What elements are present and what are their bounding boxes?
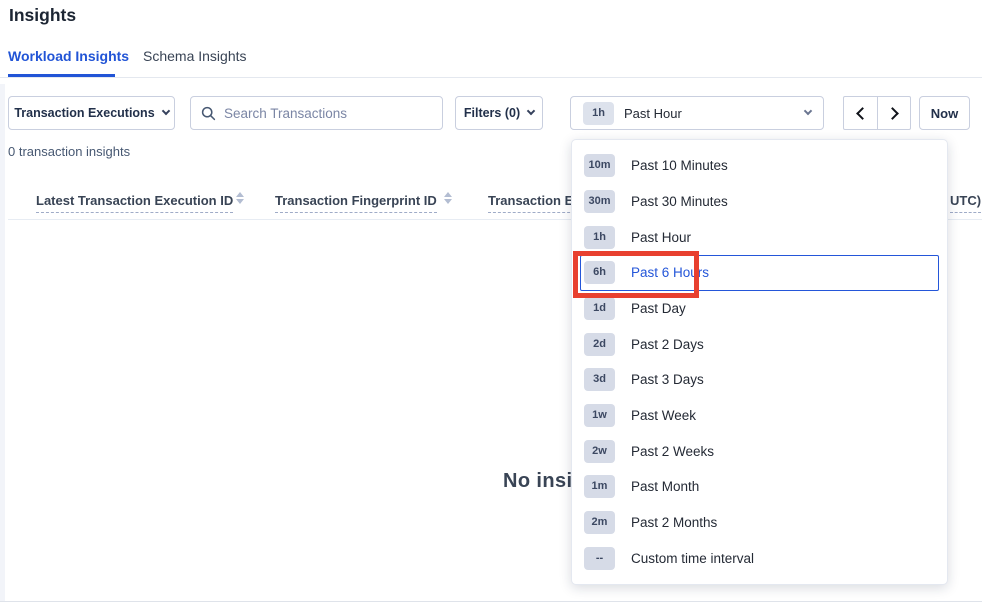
column-header-start-time-utc-fragment[interactable]: UTC) — [950, 193, 981, 213]
previous-interval-button[interactable] — [844, 97, 877, 129]
sort-icon[interactable] — [443, 192, 453, 204]
time-option-past-6-hours[interactable]: 6h Past 6 Hours — [580, 255, 939, 291]
time-option-label: Past 3 Days — [631, 372, 704, 387]
page-title: Insights — [9, 5, 76, 26]
search-input[interactable] — [224, 106, 432, 121]
chevron-down-icon — [804, 107, 812, 115]
transaction-type-select-label: Transaction Executions — [14, 106, 154, 120]
time-option-badge: 1d — [584, 297, 615, 320]
time-option-label: Past Week — [631, 408, 696, 423]
page-bottom-divider — [0, 601, 982, 602]
time-option-label: Past 2 Days — [631, 337, 704, 352]
time-option-badge: 1h — [584, 226, 615, 249]
time-option-past-week[interactable]: 1w Past Week — [580, 398, 939, 434]
time-option-badge: 3d — [584, 368, 615, 391]
time-option-past-hour[interactable]: 1h Past Hour — [580, 219, 939, 255]
time-option-label: Past Hour — [631, 230, 691, 245]
tabs-divider — [0, 77, 982, 78]
time-option-label: Past 10 Minutes — [631, 158, 728, 173]
time-option-badge: -- — [584, 547, 615, 570]
search-icon — [201, 106, 216, 121]
time-option-badge: 10m — [584, 154, 615, 177]
chevron-left-icon — [856, 107, 869, 120]
time-option-label: Past 30 Minutes — [631, 194, 728, 209]
time-option-label: Past Day — [631, 301, 686, 316]
time-option-past-30-minutes[interactable]: 30m Past 30 Minutes — [580, 184, 939, 220]
time-option-past-2-months[interactable]: 2m Past 2 Months — [580, 505, 939, 541]
sort-icon[interactable] — [235, 192, 245, 204]
time-option-past-2-days[interactable]: 2d Past 2 Days — [580, 326, 939, 362]
time-option-badge: 2d — [584, 333, 615, 356]
time-option-badge: 2w — [584, 440, 615, 463]
next-interval-button[interactable] — [877, 97, 910, 129]
tab-schema-insights[interactable]: Schema Insights — [143, 48, 247, 64]
time-option-custom-interval[interactable]: -- Custom time interval — [580, 540, 939, 576]
filters-button[interactable]: Filters (0) — [455, 96, 543, 130]
column-header-transaction-fingerprint-id[interactable]: Transaction Fingerprint ID — [275, 193, 437, 213]
search-box[interactable] — [190, 96, 443, 130]
time-option-label: Past 2 Months — [631, 515, 717, 530]
time-option-badge: 1w — [584, 404, 615, 427]
time-option-badge: 6h — [584, 261, 615, 284]
time-option-badge: 2m — [584, 511, 615, 534]
time-option-badge: 30m — [584, 190, 615, 213]
time-option-past-day[interactable]: 1d Past Day — [580, 291, 939, 327]
column-header-transaction-execution[interactable]: Transaction Ex — [488, 193, 580, 213]
time-option-label: Past 2 Weeks — [631, 444, 714, 459]
time-option-badge: 1m — [584, 475, 615, 498]
time-interval-label: Past Hour — [624, 106, 682, 121]
time-interval-picker[interactable]: 1h Past Hour — [570, 96, 824, 130]
time-interval-dropdown: 10m Past 10 Minutes 30m Past 30 Minutes … — [571, 139, 948, 585]
tab-workload-insights[interactable]: Workload Insights — [8, 48, 129, 64]
time-option-label: Past Month — [631, 479, 699, 494]
chevron-down-icon — [527, 107, 535, 115]
time-option-past-10-minutes[interactable]: 10m Past 10 Minutes — [580, 148, 939, 184]
time-interval-badge: 1h — [583, 102, 614, 125]
insights-count: 0 transaction insights — [8, 144, 130, 159]
chevron-down-icon — [161, 107, 169, 115]
time-option-past-3-days[interactable]: 3d Past 3 Days — [580, 362, 939, 398]
transaction-type-select[interactable]: Transaction Executions — [8, 96, 175, 130]
time-pager — [843, 96, 911, 130]
time-option-label: Past 6 Hours — [631, 265, 709, 280]
time-option-past-month[interactable]: 1m Past Month — [580, 469, 939, 505]
time-option-label: Custom time interval — [631, 551, 754, 566]
now-button[interactable]: Now — [919, 96, 970, 130]
page-left-gutter — [0, 84, 5, 602]
chevron-right-icon — [886, 107, 899, 120]
insights-page: Insights Workload Insights Schema Insigh… — [0, 0, 982, 605]
now-button-label: Now — [931, 106, 958, 121]
filters-button-label: Filters (0) — [464, 106, 520, 120]
time-option-past-2-weeks[interactable]: 2w Past 2 Weeks — [580, 433, 939, 469]
column-header-latest-transaction-execution-id[interactable]: Latest Transaction Execution ID — [36, 193, 233, 213]
